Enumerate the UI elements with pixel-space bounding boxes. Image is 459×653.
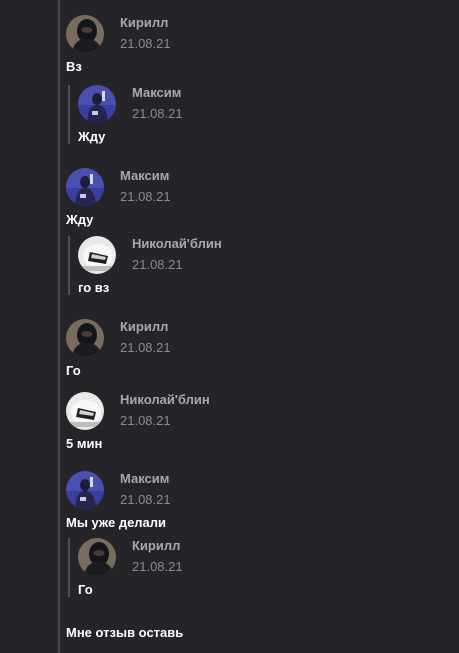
message[interactable]: Максим 21.08.21 Жду [66, 168, 171, 227]
author-name[interactable]: Кирилл [120, 319, 168, 334]
blue-figure-avatar-icon[interactable] [66, 168, 104, 206]
message-date: 21.08.21 [120, 189, 171, 204]
message-text: го вз [78, 280, 110, 295]
message-date: 21.08.21 [120, 413, 171, 428]
message[interactable]: Мне отзыв оставь [66, 619, 183, 640]
author-name[interactable]: Кирилл [132, 538, 180, 553]
message-date: 21.08.21 [120, 36, 171, 51]
message[interactable]: Максим 21.08.21 Мы уже делали [66, 471, 171, 530]
author-name[interactable]: Николай'блин [132, 236, 222, 251]
white-blur-avatar-icon[interactable] [66, 392, 104, 430]
message-date: 21.08.21 [120, 340, 171, 355]
message-text: Го [78, 582, 93, 597]
message[interactable]: Кирилл 21.08.21 Го [66, 319, 171, 378]
blue-figure-avatar-icon[interactable] [78, 85, 116, 123]
author-name[interactable]: Николай'блин [120, 392, 210, 407]
quoted-message[interactable]: Максим 21.08.21 Жду [68, 85, 183, 144]
message-text: Жду [78, 129, 106, 144]
message-date: 21.08.21 [132, 257, 183, 272]
quoted-message[interactable]: Николай'блин 21.08.21 го вз [68, 236, 222, 295]
blue-figure-avatar-icon[interactable] [66, 471, 104, 509]
dark-hood-avatar-icon[interactable] [66, 15, 104, 53]
message-date: 21.08.21 [120, 492, 171, 507]
author-name[interactable]: Максим [120, 168, 169, 183]
message-text: Мне отзыв оставь [66, 625, 184, 640]
message-text: Го [66, 363, 81, 378]
message-date: 21.08.21 [132, 106, 183, 121]
author-name[interactable]: Максим [132, 85, 181, 100]
message-text: Вз [66, 59, 82, 74]
message-text: Жду [66, 212, 94, 227]
message-text: Мы уже делали [66, 515, 167, 530]
message[interactable]: Кирилл 21.08.21 Вз [66, 15, 171, 74]
dark-hood-avatar-icon[interactable] [66, 319, 104, 357]
author-name[interactable]: Максим [120, 471, 169, 486]
message-date: 21.08.21 [132, 559, 183, 574]
message-text: 5 мин [66, 436, 103, 451]
message[interactable]: Николай'блин 21.08.21 5 мин [66, 392, 210, 451]
author-name[interactable]: Кирилл [120, 15, 168, 30]
quoted-message[interactable]: Кирилл 21.08.21 Го [68, 538, 183, 597]
chat-thread: Кирилл 21.08.21 Вз Максим 21.08.21 Жду М… [0, 0, 459, 653]
dark-hood-avatar-icon[interactable] [78, 538, 116, 576]
white-blur-avatar-icon[interactable] [78, 236, 116, 274]
thread-line [58, 0, 60, 653]
